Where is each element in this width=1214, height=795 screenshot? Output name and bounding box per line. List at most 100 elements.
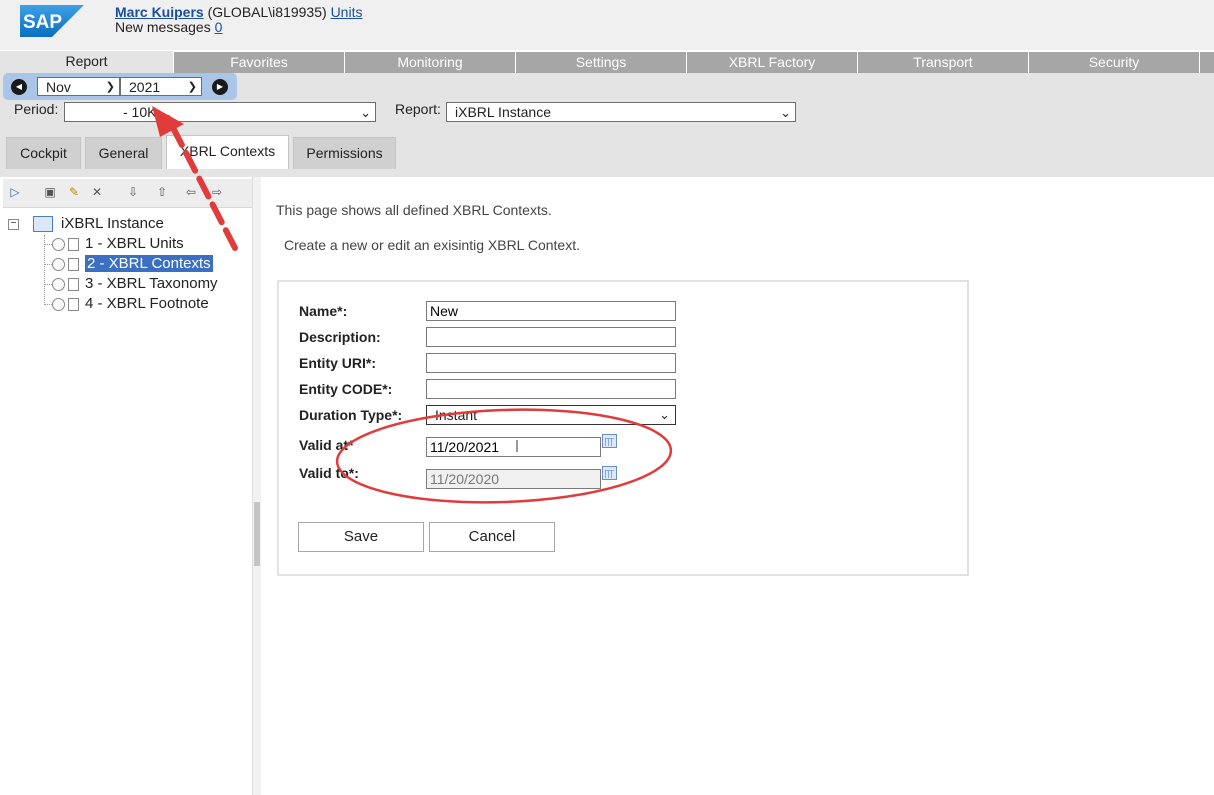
valid-at-label: Valid at* [299, 437, 354, 453]
prev-month-icon[interactable]: ◀ [11, 79, 27, 95]
entity-uri-label: Entity URI*: [299, 355, 376, 371]
collapse-icon[interactable]: − [8, 218, 19, 230]
duration-type-label: Duration Type*: [299, 407, 403, 423]
context-form: Name*: Description: Entity URI*: Entity … [277, 280, 969, 576]
report-label: Report: [395, 101, 441, 117]
tab-monitoring[interactable]: Monitoring [345, 52, 515, 73]
book-icon [33, 216, 53, 233]
edit-icon[interactable]: ✎ [66, 184, 82, 200]
tab-xbrl-factory[interactable]: XBRL Factory [687, 52, 857, 73]
tree-guide [44, 304, 52, 305]
app-header: SAP Marc Kuipers (GLOBAL\i819935) Units … [0, 0, 1214, 50]
document-icon [68, 237, 79, 251]
move-down-icon[interactable]: ⇩ [125, 184, 141, 200]
logo-text: SAP [23, 12, 62, 33]
tree-toolbar: ▷ ▣ ✎ ✕ ⇩ ⇧ ⇦ ⇨ [3, 179, 252, 208]
chevron-down-icon: ⌄ [780, 105, 791, 120]
tree-root[interactable]: − iXBRL Instance [8, 214, 164, 234]
subtab-cockpit[interactable]: Cockpit [6, 137, 81, 169]
move-right-icon[interactable]: ⇨ [209, 184, 225, 200]
period-select[interactable]: - 10K ⌄ [64, 102, 376, 122]
duration-type-select[interactable]: Instant ⌄ [426, 405, 676, 425]
sap-logo: SAP [20, 5, 84, 37]
report-select[interactable]: iXBRL Instance ⌄ [446, 102, 796, 122]
tree-item-label: 4 - XBRL Footnote [85, 295, 209, 312]
description-label: Description: [299, 329, 381, 345]
tree-item[interactable]: 3 - XBRL Taxonomy [52, 274, 218, 294]
document-icon [68, 297, 79, 311]
chevron-down-icon: ❯ [187, 81, 197, 93]
subtab-permissions[interactable]: Permissions [293, 137, 396, 169]
tree-guide [44, 244, 52, 245]
tab-overflow [1200, 52, 1214, 73]
period-value: - 10K [123, 104, 157, 120]
tree-guide [44, 264, 52, 265]
messages-label: New messages [115, 19, 215, 35]
chevron-down-icon: ❯ [105, 81, 115, 93]
tree-item-label: 2 - XBRL Contexts [85, 255, 213, 272]
expand-down-icon[interactable]: ▷ [7, 184, 23, 200]
tab-report[interactable]: Report [0, 51, 173, 73]
valid-at-field[interactable] [426, 437, 601, 457]
tree-guide [44, 235, 45, 305]
new-item-icon[interactable]: ▣ [42, 184, 58, 200]
calendar-icon[interactable] [602, 434, 617, 448]
subtab-xbrl-contexts[interactable]: XBRL Contexts [166, 135, 289, 169]
entity-code-field[interactable] [426, 379, 676, 399]
tab-transport[interactable]: Transport [858, 52, 1028, 73]
delete-icon[interactable]: ✕ [89, 184, 105, 200]
user-info: Marc Kuipers (GLOBAL\i819935) Units [115, 4, 362, 20]
subtab-general[interactable]: General [85, 137, 162, 169]
tree-panel: ▷ ▣ ✎ ✕ ⇩ ⇧ ⇦ ⇨ − iXBRL Instance 1 - XBRL… [0, 177, 253, 795]
month-select[interactable]: Nov ❯ [37, 77, 120, 96]
valid-to-field[interactable] [426, 469, 601, 489]
tree-guide [44, 284, 52, 285]
chevron-down-icon: ⌄ [659, 407, 670, 422]
tree-item-label: 3 - XBRL Taxonomy [85, 275, 218, 292]
tree-item[interactable]: 4 - XBRL Footnote [52, 294, 209, 314]
tab-settings[interactable]: Settings [516, 52, 686, 73]
description-field[interactable] [426, 327, 676, 347]
document-icon [68, 257, 79, 271]
tree-item-selected[interactable]: 2 - XBRL Contexts [52, 254, 213, 274]
intro-text: This page shows all defined XBRL Context… [276, 202, 552, 218]
cancel-button[interactable]: Cancel [429, 522, 555, 552]
save-button[interactable]: Save [298, 522, 424, 552]
calendar-icon[interactable] [602, 466, 617, 480]
date-selector: ◀ Nov ❯ 2021 ❯ ▶ [3, 73, 237, 100]
year-select[interactable]: 2021 ❯ [120, 77, 202, 96]
tree-item[interactable]: 1 - XBRL Units [52, 234, 184, 254]
name-field[interactable] [426, 301, 676, 321]
main-nav: Report Favorites Monitoring Settings XBR… [0, 50, 1214, 73]
period-label: Period: [14, 101, 59, 117]
scrollbar-thumb[interactable] [254, 502, 260, 566]
document-icon [68, 277, 79, 291]
report-value: iXBRL Instance [455, 104, 551, 120]
entity-code-label: Entity CODE*: [299, 381, 393, 397]
duration-type-value: Instant [435, 407, 478, 423]
radio-icon[interactable] [52, 297, 65, 311]
chevron-down-icon: ⌄ [360, 105, 371, 120]
valid-to-label: Valid to*: [299, 465, 359, 481]
messages-info: New messages 0 [115, 19, 222, 35]
month-value: Nov [46, 79, 71, 95]
tab-security[interactable]: Security [1029, 52, 1199, 73]
user-domain: (GLOBAL\i819935) [203, 4, 331, 20]
entity-uri-field[interactable] [426, 353, 676, 373]
move-up-icon[interactable]: ⇧ [154, 184, 170, 200]
name-label: Name*: [299, 303, 348, 319]
radio-icon[interactable] [52, 237, 65, 251]
user-name-link[interactable]: Marc Kuipers [115, 4, 204, 20]
vertical-scrollbar[interactable] [252, 177, 261, 795]
intro-subtext: Create a new or edit an exisintig XBRL C… [284, 237, 580, 253]
radio-icon[interactable] [52, 277, 65, 291]
tree-item-label: 1 - XBRL Units [85, 235, 184, 252]
year-value: 2021 [129, 79, 161, 95]
units-link[interactable]: Units [331, 4, 363, 20]
next-month-icon[interactable]: ▶ [212, 79, 228, 95]
move-left-icon[interactable]: ⇦ [183, 184, 199, 200]
tab-favorites[interactable]: Favorites [174, 52, 344, 73]
messages-count-link[interactable]: 0 [215, 19, 223, 35]
radio-icon[interactable] [52, 257, 65, 271]
tree-root-label: iXBRL Instance [61, 215, 164, 232]
